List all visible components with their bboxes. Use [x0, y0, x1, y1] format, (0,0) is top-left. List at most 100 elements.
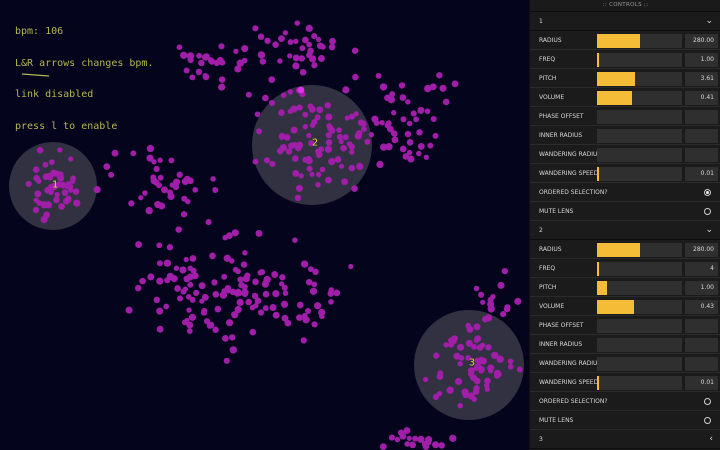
lens1-inner-radius-row[interactable]: INNER RADIUS: [530, 126, 720, 145]
particle-dot: [409, 441, 417, 449]
ordered-selection-radio[interactable]: [704, 398, 711, 405]
lens2-freq-row[interactable]: FREQ 4: [530, 259, 720, 278]
radius-value[interactable]: 280.00: [685, 243, 718, 257]
bpm-readout: bpm: 106: [15, 26, 64, 37]
pitch-value[interactable]: 1.00: [685, 281, 718, 295]
particle-dot: [300, 337, 307, 344]
particle-dot: [416, 129, 423, 136]
phase-offset-value[interactable]: [685, 110, 718, 124]
particle-dot: [229, 346, 237, 354]
ordered-selection-radio[interactable]: [704, 189, 711, 196]
freq-slider[interactable]: [597, 53, 682, 67]
particle-dot: [352, 73, 359, 81]
lens1-wandering-speed-row[interactable]: WANDERING SPEED 0.01: [530, 164, 720, 183]
lens2-pitch-row[interactable]: PITCH 1.00: [530, 278, 720, 297]
folder-lens-3[interactable]: 3 ‹: [530, 430, 720, 449]
wandering-speed-slider[interactable]: [597, 167, 682, 181]
wandering-speed-value[interactable]: 0.01: [685, 167, 718, 181]
inner-radius-value[interactable]: [685, 129, 718, 143]
particle-dot: [299, 45, 306, 52]
lens1-pitch-row[interactable]: PITCH 3.61: [530, 69, 720, 88]
volume-slider[interactable]: [597, 300, 682, 314]
particle-dot: [315, 36, 322, 43]
pitch-slider[interactable]: [597, 281, 682, 295]
particle-dot: [410, 110, 417, 117]
particle-dot: [397, 429, 405, 436]
lens2-wandering-speed-row[interactable]: WANDERING SPEED 0.01: [530, 373, 720, 392]
radius-slider[interactable]: [597, 34, 682, 48]
lens1-radius-row[interactable]: RADIUS 280.00: [530, 31, 720, 50]
wandering-radius-slider[interactable]: [597, 148, 682, 162]
particle-dot: [427, 142, 434, 149]
lens1-volume-row[interactable]: VOLUME 0.41: [530, 88, 720, 107]
particle-dot: [32, 166, 40, 173]
particle-dot: [146, 154, 154, 162]
particle-dot: [219, 59, 226, 66]
radius-slider[interactable]: [597, 243, 682, 257]
lens1-wandering-radius-row[interactable]: WANDERING RADIUS: [530, 145, 720, 164]
particle-dot: [334, 156, 342, 163]
lens1-mute-lens-row[interactable]: MUTE LENS: [530, 202, 720, 221]
lens2-volume-row[interactable]: VOLUME 0.43: [530, 297, 720, 316]
particle-dot: [328, 43, 336, 51]
lens1-phase-offset-row[interactable]: PHASE OFFSET: [530, 107, 720, 126]
particle-dot: [466, 325, 474, 333]
volume-value[interactable]: 0.43: [685, 300, 718, 314]
particle-dot: [214, 305, 222, 313]
lens2-phase-offset-row[interactable]: PHASE OFFSET: [530, 316, 720, 335]
mute-lens-radio[interactable]: [704, 417, 711, 424]
phase-offset-slider[interactable]: [597, 319, 682, 333]
particle-dot: [290, 126, 298, 134]
phase-offset-value[interactable]: [685, 319, 718, 333]
particle-dot: [201, 53, 209, 61]
particle-dot: [462, 391, 470, 399]
wandering-speed-value[interactable]: 0.01: [685, 376, 718, 390]
wandering-radius-value[interactable]: [685, 357, 718, 371]
freq-slider[interactable]: [597, 262, 682, 276]
volume-value[interactable]: 0.41: [685, 91, 718, 105]
freq-value[interactable]: 4: [685, 262, 718, 276]
particle-dot: [251, 292, 259, 300]
wandering-radius-value[interactable]: [685, 148, 718, 162]
inner-radius-slider[interactable]: [597, 129, 682, 143]
lens2-ordered-selection-row[interactable]: ORDERED SELECTION?: [530, 392, 720, 411]
particle-dot: [67, 187, 74, 193]
controls-title[interactable]: :: CONTROLS ::: [530, 0, 720, 12]
freq-value[interactable]: 1.00: [685, 53, 718, 67]
slider-fill: [597, 72, 636, 86]
particle-dot: [503, 305, 511, 313]
lens2-inner-radius-row[interactable]: INNER RADIUS: [530, 335, 720, 354]
lens2-wandering-radius-row[interactable]: WANDERING RADIUS: [530, 354, 720, 373]
inner-radius-label: INNER RADIUS: [539, 132, 583, 139]
inner-radius-value[interactable]: [685, 338, 718, 352]
inner-radius-slider[interactable]: [597, 338, 682, 352]
particle-dot: [287, 39, 294, 46]
arrow-hint: L&R arrows changes bpm.: [15, 57, 154, 69]
particle-dot: [379, 119, 385, 126]
particle-dot: [484, 314, 493, 322]
particle-dot: [232, 266, 239, 273]
radius-value[interactable]: 280.00: [685, 34, 718, 48]
lens2-mute-lens-row[interactable]: MUTE LENS: [530, 411, 720, 430]
wandering-radius-label: WANDERING RADIUS: [539, 151, 597, 158]
wandering-speed-slider[interactable]: [597, 376, 682, 390]
lens2-radius-row[interactable]: RADIUS 280.00: [530, 240, 720, 259]
particle-dot: [516, 366, 523, 373]
lens1-freq-row[interactable]: FREQ 1.00: [530, 50, 720, 69]
folder-lens-1[interactable]: 1 ⌄: [530, 12, 720, 31]
mute-lens-radio[interactable]: [704, 208, 711, 215]
particle-dot: [164, 277, 171, 284]
phase-offset-slider[interactable]: [597, 110, 682, 124]
folder-lens-2[interactable]: 2 ⌄: [530, 221, 720, 240]
lens1-ordered-selection-row[interactable]: ORDERED SELECTION?: [530, 183, 720, 202]
particle-dot: [32, 206, 40, 214]
particle-dot: [333, 289, 341, 297]
particle-dot: [422, 443, 430, 450]
particle-dot: [269, 160, 276, 167]
particle-dot: [406, 435, 412, 441]
wandering-radius-slider[interactable]: [597, 357, 682, 371]
volume-slider[interactable]: [597, 91, 682, 105]
pitch-slider[interactable]: [597, 72, 682, 86]
particle-dot: [226, 232, 233, 239]
pitch-value[interactable]: 3.61: [685, 72, 718, 86]
